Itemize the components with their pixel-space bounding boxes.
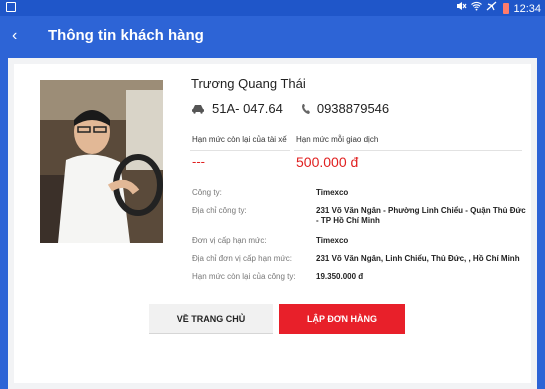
info-value: 231 Võ Văn Ngân - Phường Linh Chiểu - Qu…: [316, 206, 526, 225]
per-transaction-value: 500.000 đ: [296, 154, 359, 170]
info-label: Đơn vị cấp hạn mức:: [192, 236, 267, 245]
status-icons: 12:34: [456, 1, 541, 16]
car-icon: [192, 104, 204, 114]
driver-name: Trương Quang Thái: [191, 76, 306, 91]
clock: 12:34: [513, 2, 541, 15]
license-plate: 51A- 047.64: [212, 101, 283, 116]
limits-section: Hạn mức còn lại của tài xế --- Hạn mức m…: [190, 130, 522, 174]
status-bar: 12:34: [0, 0, 545, 16]
customer-card: Trương Quang Thái 51A- 047.64 0938879546…: [14, 64, 531, 383]
app-bar: ‹ Thông tin khách hàng: [0, 16, 545, 58]
notification-icon: [6, 2, 16, 12]
driver-remaining-label: Hạn mức còn lại của tài xế: [192, 135, 287, 144]
driver-contact-row: 51A- 047.64 0938879546: [191, 101, 389, 116]
phone-number[interactable]: 0938879546: [317, 101, 389, 116]
divider: [294, 150, 522, 151]
mute-icon: [456, 1, 467, 16]
info-label: Địa chỉ đơn vị cấp hạn mức:: [192, 254, 292, 263]
driver-photo: [40, 80, 163, 243]
create-order-button[interactable]: LẬP ĐƠN HÀNG: [279, 304, 405, 334]
info-label: Công ty:: [192, 188, 222, 197]
info-label: Hạn mức còn lại của công ty:: [192, 272, 296, 281]
battery-icon: [503, 3, 510, 14]
driver-remaining-limit: Hạn mức còn lại của tài xế ---: [190, 130, 290, 174]
divider: [190, 150, 290, 151]
driver-remaining-value: ---: [192, 154, 205, 169]
info-label: Địa chỉ công ty:: [192, 206, 247, 215]
info-value: 19.350.000 đ: [316, 272, 364, 281]
per-transaction-limit: Hạn mức mỗi giao dịch 500.000 đ: [294, 130, 522, 174]
phone-icon: [301, 103, 310, 114]
main-content: Trương Quang Thái 51A- 047.64 0938879546…: [8, 58, 537, 389]
info-value: 231 Võ Văn Ngân, Linh Chiểu, Thủ Đức, , …: [316, 254, 520, 263]
back-icon[interactable]: ‹: [12, 28, 17, 44]
home-button[interactable]: VỀ TRANG CHỦ: [149, 304, 273, 334]
wifi-icon: [471, 1, 483, 16]
per-transaction-label: Hạn mức mỗi giao dịch: [296, 135, 379, 144]
info-value: Timexco: [316, 188, 349, 197]
info-value: Timexco: [316, 236, 349, 245]
page-title: Thông tin khách hàng: [48, 27, 204, 44]
airplane-icon: [486, 1, 497, 16]
